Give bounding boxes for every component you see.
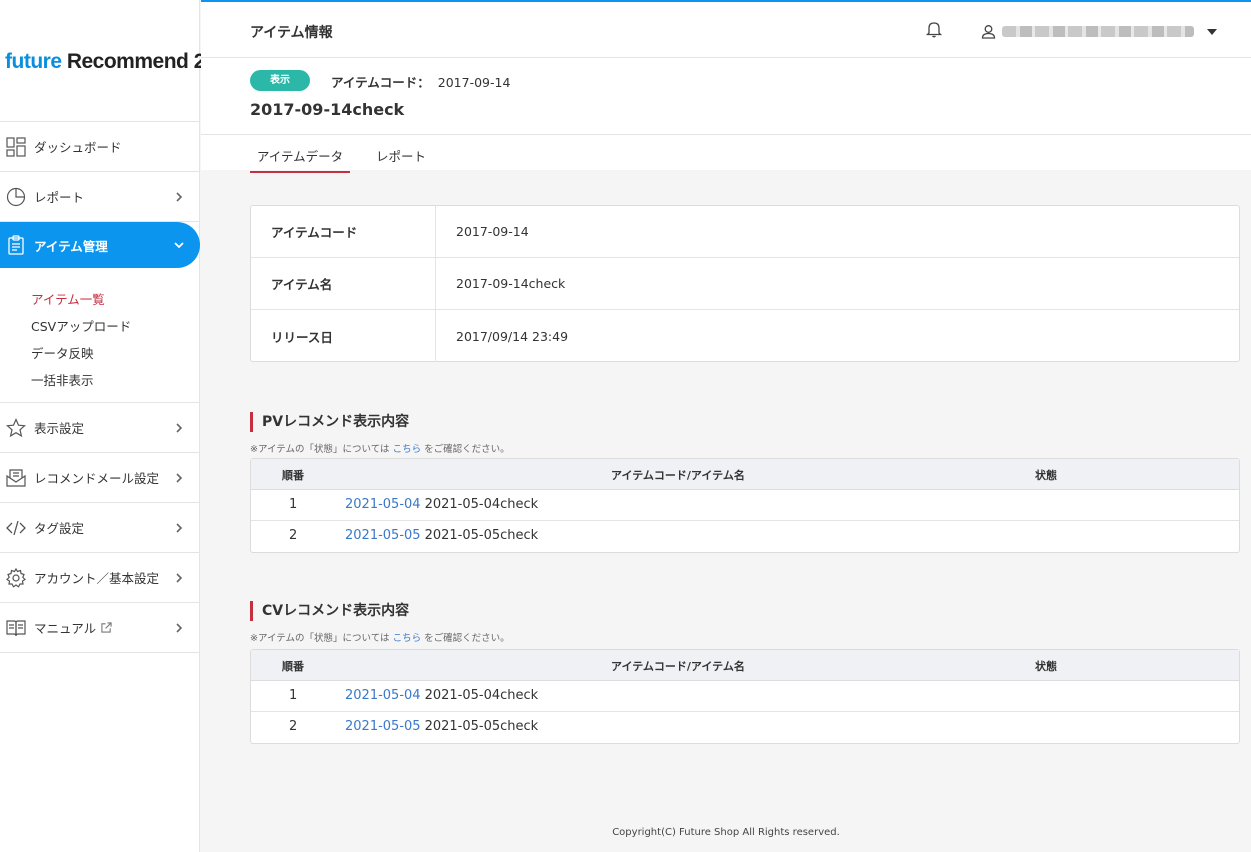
sidebar-nav: ダッシュボード レポート アイテム管理 アイテム一覧 CSVアップロード データ… [0,121,200,653]
code-icon [5,517,27,539]
sidebar: future Recommend 2 ダッシュボード レポート アイテム管理 ア… [0,0,205,852]
sidebar-item-label: レコメンドメール設定 [34,471,160,486]
grid-icon [5,136,27,158]
cv-section-title: CVレコメンド表示内容 [250,601,409,621]
pv-section-note: ※アイテムの「状態」については こちら をご確認ください。 [250,444,510,455]
chevron-right-icon [176,522,183,533]
pv-recommend-table: 順番 アイテムコード/アイテム名 状態 1 2021-05-04 2021-05-… [250,458,1240,553]
tab-report[interactable]: レポート [376,146,426,171]
cv-recommend-table: 順番 アイテムコード/アイテム名 状態 1 2021-05-04 2021-05-… [250,649,1240,744]
sidebar-item-report[interactable]: レポート [0,172,200,222]
tab-bar: アイテムデータ レポート [201,135,1251,173]
col-status: 状態 [1035,660,1057,673]
sidebar-item-label: ダッシュボード [34,140,122,155]
info-row: アイテムコード 2017-09-14 [251,206,1239,258]
item-title: 2017-09-14check [250,100,405,119]
sidebar-item-display-settings[interactable]: 表示設定 [0,403,200,453]
item-header: 表示 アイテムコード： 2017-09-14 2017-09-14check [201,58,1251,135]
gear-icon [5,567,27,589]
info-key: リリース日 [251,310,436,362]
chevron-right-icon [176,622,183,633]
mail-icon [5,467,27,489]
col-order: 順番 [282,660,304,673]
sidebar-item-mail-settings[interactable]: レコメンドメール設定 [0,453,200,503]
col-order: 順番 [282,469,304,482]
sidebar-item-tag-settings[interactable]: タグ設定 [0,503,200,553]
table-row: 1 2021-05-04 2021-05-04check [251,681,1239,712]
sidebar-item-label: マニュアル [34,621,97,636]
page-title: アイテム情報 [250,25,333,41]
caret-down-icon[interactable] [1207,29,1217,35]
sidebar-item-label: 表示設定 [34,421,85,436]
table-row: 2 2021-05-05 2021-05-05check [289,528,539,543]
external-link-icon [101,622,112,633]
info-key: アイテムコード [251,206,436,257]
col-status: 状態 [1035,469,1057,482]
item-submenu: アイテム一覧 CSVアップロード データ反映 一括非表示 [0,268,200,403]
tab-item-data[interactable]: アイテムデータ [250,146,350,173]
sidebar-item-item-management[interactable]: アイテム管理 [0,222,200,268]
user-icon [981,25,996,39]
item-code-value: 2017-09-14 [437,75,511,90]
status-badge: 表示 [250,70,310,91]
col-code-name: アイテムコード/アイテム名 [611,660,745,673]
bell-icon[interactable] [925,20,943,38]
copyright: Copyright(C) Future Shop All Rights rese… [612,827,840,838]
pv-section-title: PVレコメンド表示内容 [250,412,409,432]
user-name-blurred[interactable] [1002,26,1194,37]
info-row: アイテム名 2017-09-14check [251,258,1239,310]
submenu-bulk-hide[interactable]: 一括非表示 [31,367,200,394]
submenu-item-list[interactable]: アイテム一覧 [31,286,200,313]
cv-section-note: ※アイテムの「状態」については こちら をご確認ください。 [250,633,510,644]
sidebar-item-label: タグ設定 [34,521,85,536]
item-code-link[interactable]: 2021-05-05 [345,719,421,734]
item-code-link[interactable]: 2021-05-04 [345,497,421,512]
pie-chart-icon [5,186,27,208]
status-help-link[interactable]: こちら [393,444,422,455]
table-row: 2 2021-05-05 2021-05-05check [289,719,539,734]
star-icon [5,417,27,439]
item-code-label: アイテムコード： [331,75,430,90]
book-icon [5,617,27,639]
info-value: 2017-09-14check [456,276,566,291]
logo[interactable]: future Recommend 2 [5,50,205,74]
table-header: 順番 アイテムコード/アイテム名 状態 [251,459,1239,490]
chevron-right-icon [176,572,183,583]
info-row: リリース日 2017/09/14 23:49 [251,310,1239,362]
clipboard-icon [5,234,27,256]
info-value: 2017/09/14 23:49 [456,328,569,344]
chevron-right-icon [176,191,183,202]
submenu-csv-upload[interactable]: CSVアップロード [31,313,200,340]
chevron-right-icon [176,472,183,483]
col-code-name: アイテムコード/アイテム名 [611,469,745,482]
sidebar-item-manual[interactable]: マニュアル [0,603,200,653]
info-value: 2017-09-14 [456,224,529,239]
submenu-data-reflect[interactable]: データ反映 [31,340,200,367]
item-code-line: アイテムコード： 2017-09-14 [331,72,510,91]
sidebar-item-label: アカウント／基本設定 [34,571,160,586]
item-code-link[interactable]: 2021-05-05 [345,528,421,543]
item-info-table: アイテムコード 2017-09-14 アイテム名 2017-09-14check… [250,205,1240,362]
chevron-right-icon [176,422,183,433]
sidebar-item-label: アイテム管理 [34,238,108,254]
top-header: アイテム情報 [201,0,1251,58]
table-header: 順番 アイテムコード/アイテム名 状態 [251,650,1239,681]
status-help-link[interactable]: こちら [393,633,422,644]
chevron-down-icon [174,242,184,249]
sidebar-item-dashboard[interactable]: ダッシュボード [0,122,200,172]
table-row: 1 2021-05-04 2021-05-04check [251,490,1239,521]
info-key: アイテム名 [251,258,436,309]
sidebar-item-account-settings[interactable]: アカウント／基本設定 [0,553,200,603]
item-code-link[interactable]: 2021-05-04 [345,688,421,703]
sidebar-item-label: レポート [34,190,85,205]
